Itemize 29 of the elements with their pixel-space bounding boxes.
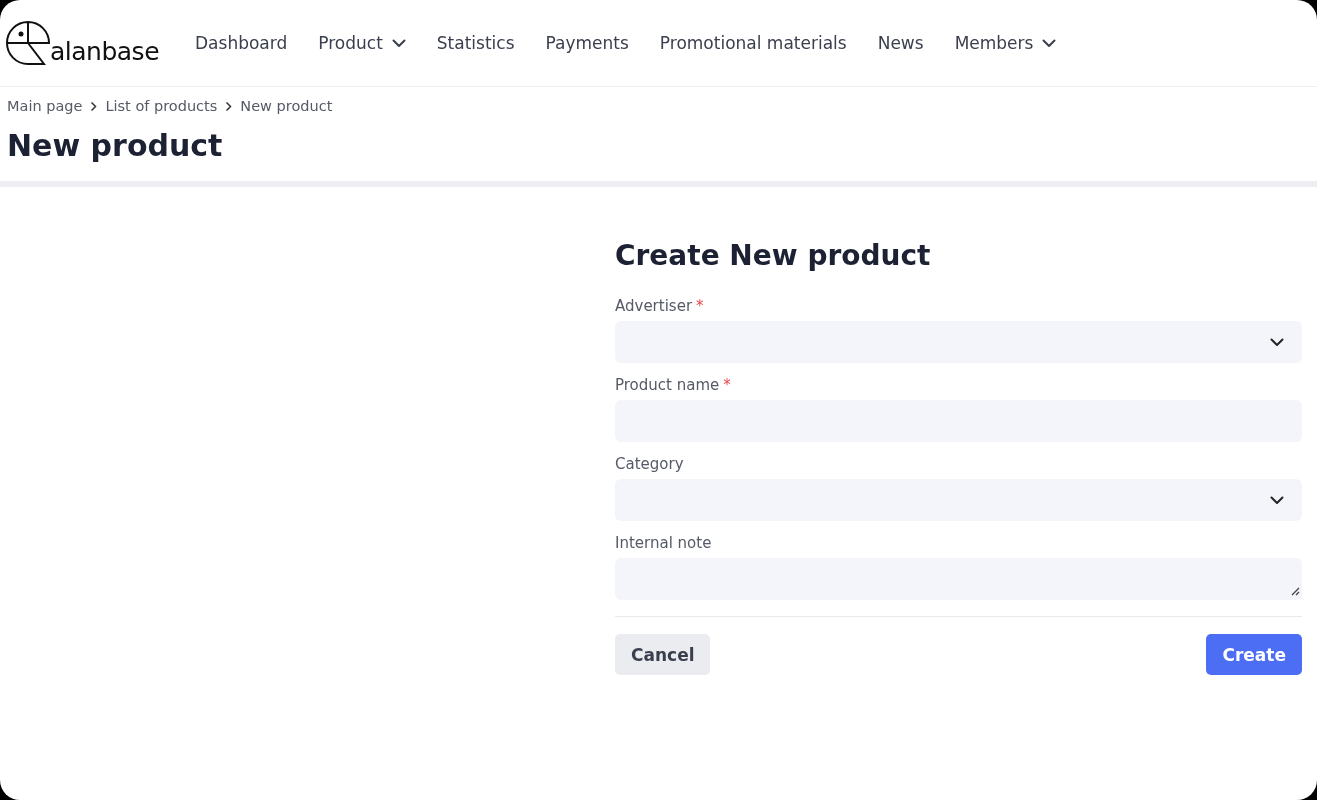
field-label: Category [615,455,685,473]
chevron-down-icon [1270,495,1284,505]
breadcrumb-link[interactable]: Main page [7,98,83,114]
nav-link[interactable]: News [877,33,924,53]
page-title: New product [7,128,224,163]
breadcrumb-link[interactable]: New product [240,98,333,114]
nav-link[interactable]: Product [318,33,406,53]
logo-text: alanbase [50,39,160,66]
required-mark: * [723,376,731,394]
nav-link[interactable]: Promotional materials [659,33,847,53]
create-button[interactable]: Create [1206,634,1302,675]
field-label: Advertiser * [615,297,705,315]
field-label: Product name * [615,376,732,394]
cancel-button[interactable]: Cancel [615,634,711,675]
select-field[interactable] [615,479,1302,521]
textarea-field[interactable] [615,558,1302,600]
breadcrumb-link[interactable]: List of products [105,98,218,114]
form-title: Create New product [615,239,932,272]
nav-link[interactable]: Payments [545,33,629,53]
nav-link[interactable]: Members [954,33,1057,53]
nav-link[interactable]: Statistics [436,33,515,53]
select-field[interactable] [615,321,1302,363]
chevron-down-icon [1270,337,1284,347]
chevron-right-icon [225,100,233,112]
chevron-right-icon [90,100,98,112]
field-label: Internal note [615,534,713,552]
required-mark: * [696,297,704,315]
resize-handle-icon[interactable] [1290,586,1300,596]
nav-link[interactable]: Dashboard [195,33,288,53]
